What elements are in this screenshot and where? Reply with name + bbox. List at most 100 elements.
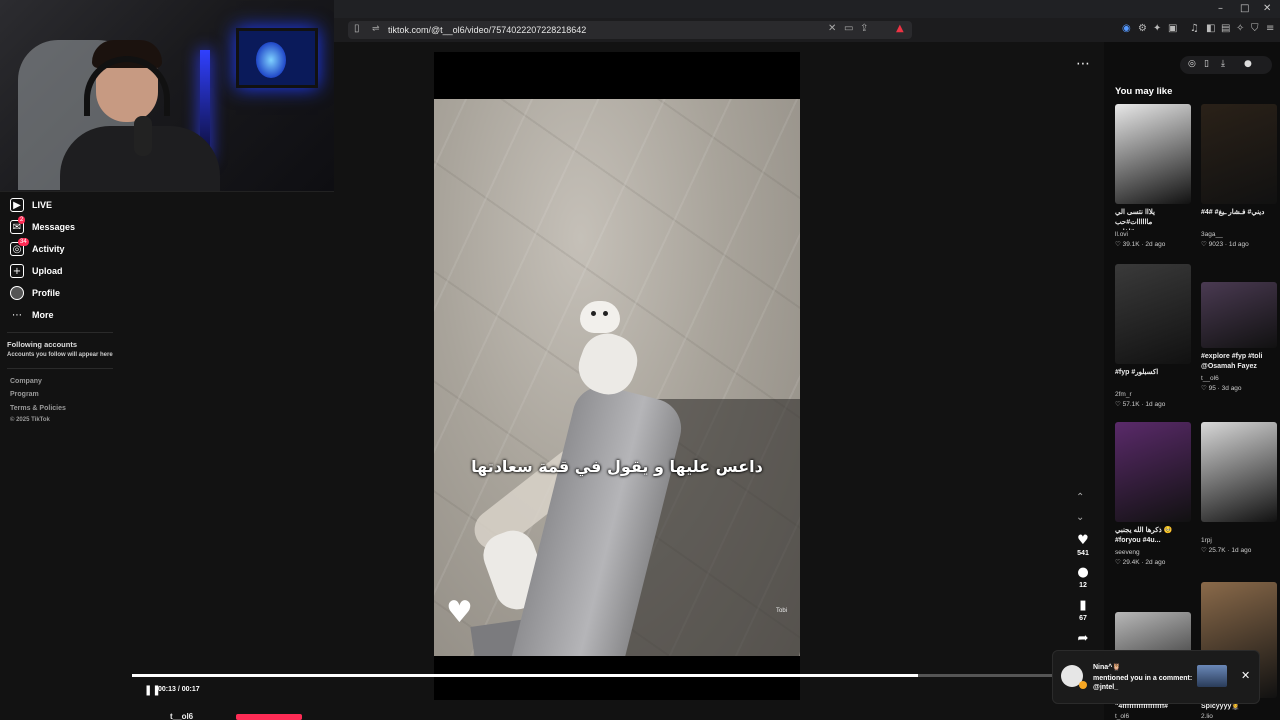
recommendations-panel: ◎ ▯ ⤓ ● You may like يلااا نتسى الي مااا…: [1104, 42, 1280, 720]
live-icon: ▶: [10, 198, 24, 212]
comment-button[interactable]: ● 12: [1072, 565, 1094, 590]
like-meta: ♡ 9023 · 1d ago: [1201, 241, 1249, 248]
save-button[interactable]: ▮ 67: [1072, 598, 1094, 623]
mute-tab-icon[interactable]: ✕: [828, 23, 836, 34]
notification-message: mentioned you in a comment: @jntel_: [1093, 675, 1193, 691]
leo-icon[interactable]: ✧: [1236, 23, 1244, 34]
share-icon[interactable]: ⇪: [860, 23, 868, 34]
comment-count: 12: [1079, 582, 1087, 589]
close-icon[interactable]: ✕: [1241, 669, 1250, 682]
progress-bar[interactable]: [132, 674, 1104, 677]
activity-badge: 34: [18, 238, 29, 246]
messages-badge: 2: [18, 216, 26, 224]
sidebar-item-live[interactable]: ▶ LIVE: [10, 197, 52, 213]
share-button[interactable]: ➦: [1072, 632, 1094, 646]
share-arrow-icon: ➦: [1077, 631, 1089, 646]
sidebar-item-messages[interactable]: ✉ 2 Messages: [10, 216, 75, 235]
like-meta: ♡ 25.7K · 1d ago: [1201, 547, 1252, 554]
close-window-button[interactable]: ✕: [1263, 3, 1271, 14]
video-thumbnail[interactable]: [1115, 422, 1191, 522]
video-thumbnail[interactable]: [1201, 422, 1277, 522]
upload-icon: +: [10, 264, 24, 278]
puzzle-icon[interactable]: ✦: [1153, 23, 1161, 34]
sidebar-item-upload[interactable]: + Upload: [10, 263, 63, 279]
bookmark-icon[interactable]: ▯: [354, 23, 360, 34]
divider: [7, 332, 113, 333]
chevron-down-icon[interactable]: ⌄: [1076, 512, 1084, 523]
like-meta: ♡ 29.4K · 2d ago: [1115, 559, 1166, 566]
site-info-icon[interactable]: ⇌: [372, 24, 380, 34]
address-bar[interactable]: ▯ ⇌ tiktok.com/@t__ol6/video/75740222072…: [348, 21, 912, 56]
like-count: 541: [1077, 550, 1089, 557]
like-button[interactable]: ♥ 541: [1072, 533, 1094, 558]
rewards-icon[interactable]: ▲: [896, 23, 904, 34]
list-item[interactable]: يلااا نتسى الي ماااااات#حب __#اغاني ll.o…: [1115, 104, 1191, 248]
list-item[interactable]: 1rpj ♡ 25.7K · 1d ago: [1201, 422, 1277, 554]
following-subtext: Accounts you follow will appear here: [7, 352, 113, 358]
following-heading: Following accounts: [7, 340, 78, 349]
footer-link-terms[interactable]: Terms & Policies: [10, 405, 66, 412]
you-may-like-title: You may like: [1115, 86, 1173, 97]
playback-time: 00:13 / 00:17: [158, 686, 200, 693]
sidebar-item-profile[interactable]: Profile: [10, 285, 60, 301]
cat-figure: [580, 301, 620, 333]
like-meta: ♡ 95 · 3d ago: [1201, 385, 1242, 392]
video-caption: داعس عليها و يقول في قمة سعادتها: [471, 457, 763, 476]
video-watermark: Tobi: [776, 608, 788, 614]
video-thumbnail[interactable]: [1201, 282, 1277, 348]
cast-icon[interactable]: ▭: [844, 23, 853, 34]
sidebar-item-more[interactable]: ⋯ More: [10, 307, 54, 323]
footer-link-company[interactable]: Company: [10, 378, 42, 385]
screenshot-icon[interactable]: ▣: [1168, 23, 1177, 34]
progress-fill: [132, 674, 919, 677]
streamer: [60, 40, 220, 191]
webcam-overlay: [0, 0, 334, 192]
url-text: tiktok.com/@t__ol6/video/757402220722821…: [388, 25, 587, 35]
panel-toolbar: ◎ ▯ ⤓ ●: [1180, 56, 1272, 74]
list-item[interactable]: #explore #fyp #toli @Osamah Fayez t__ol6…: [1201, 282, 1277, 392]
music-icon[interactable]: ♫: [1190, 23, 1199, 34]
phone-icon[interactable]: ▯: [1204, 59, 1209, 69]
avatar[interactable]: ●: [1244, 59, 1252, 69]
list-item[interactable]: #fyp #اكسبلور 2fm_r ♡ 57.1K · 1d ago: [1115, 264, 1191, 408]
notification-user: Nina^🦉: [1093, 664, 1121, 671]
menu-icon[interactable]: ≡: [1266, 23, 1274, 34]
divider: [7, 368, 113, 369]
save-count: 67: [1079, 615, 1087, 622]
download-icon[interactable]: ⤓: [1221, 59, 1225, 69]
minimize-button[interactable]: –: [1218, 3, 1223, 14]
sidebar: ▶ LIVE ✉ 2 Messages ◎ 34 Activity + Uplo…: [0, 192, 132, 720]
notification-thumbnail: [1197, 665, 1227, 687]
like-animation-heart-icon: ♥: [446, 595, 473, 630]
like-meta: ♡ 39.1K · 2d ago: [1115, 241, 1166, 248]
bookmark-icon: ▮: [1079, 598, 1087, 613]
mention-notification[interactable]: Nina^🦉 mentioned you in a comment: @jnte…: [1052, 650, 1260, 704]
sidebar-item-activity[interactable]: ◎ 34 Activity: [10, 238, 65, 257]
vpn-icon[interactable]: ⛉: [1251, 23, 1259, 34]
video-thumbnail[interactable]: [1201, 104, 1277, 204]
more-options-icon[interactable]: ⋯: [1076, 56, 1090, 72]
sidebar-toggle-icon[interactable]: ◧: [1206, 23, 1215, 34]
author-row: t__ol6: [132, 706, 1104, 720]
video-thumbnail[interactable]: [1115, 104, 1191, 204]
copyright: © 2025 TikTok: [10, 417, 50, 423]
follow-button[interactable]: [236, 714, 302, 720]
more-icon: ⋯: [12, 309, 22, 321]
profile-icon: [10, 286, 24, 300]
footer-link-program[interactable]: Program: [10, 391, 39, 398]
wallet-icon[interactable]: ▤: [1221, 23, 1230, 34]
video-player[interactable]: [434, 99, 800, 656]
status-badge: [1079, 681, 1087, 689]
compass-icon[interactable]: ◎: [1188, 59, 1196, 69]
comment-icon: ●: [1077, 565, 1089, 580]
video-thumbnail[interactable]: [1115, 264, 1191, 364]
maximize-button[interactable]: □: [1240, 3, 1249, 14]
extension-icon[interactable]: ⚙: [1138, 23, 1147, 34]
heart-icon: ♥: [1077, 533, 1089, 548]
chevron-up-icon[interactable]: ⌃: [1076, 492, 1084, 503]
audio-icon[interactable]: ◉: [1122, 23, 1131, 34]
list-item[interactable]: ذكرها الله يجنبي 🥺 #foryou #4u... seeven…: [1115, 422, 1191, 566]
author-name[interactable]: t__ol6: [170, 712, 193, 720]
like-meta: ♡ 57.1K · 1d ago: [1115, 401, 1166, 408]
list-item[interactable]: #4# #ديني# فـشار ـيغ 3aga__ ♡ 9023 · 1d …: [1201, 104, 1277, 248]
